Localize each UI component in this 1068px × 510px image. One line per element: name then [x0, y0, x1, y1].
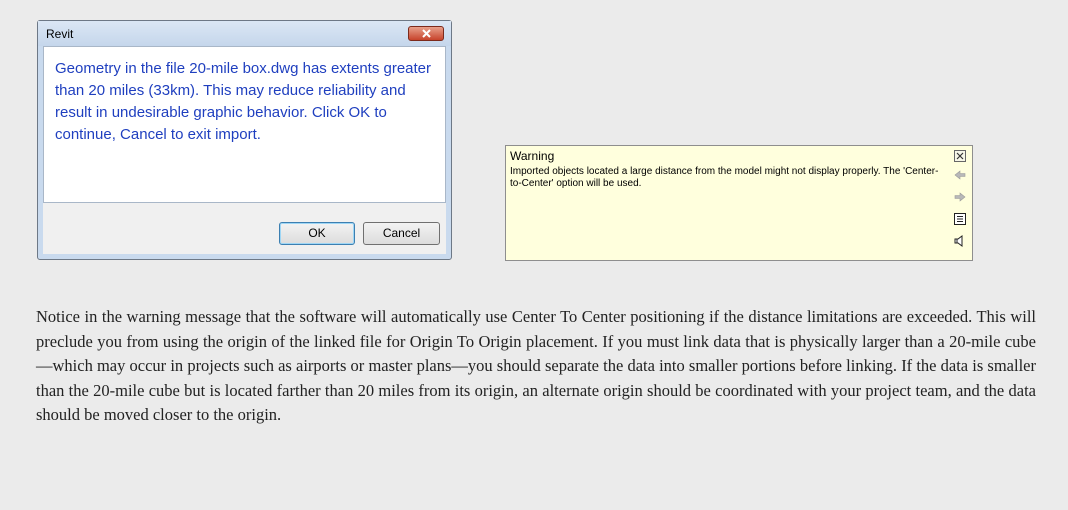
- revit-dialog-title: Revit: [46, 27, 74, 41]
- close-icon: [956, 152, 964, 160]
- next-button[interactable]: [951, 188, 969, 206]
- arrow-right-icon: [954, 192, 966, 202]
- revit-dialog-body: Geometry in the file 20-mile box.dwg has…: [43, 46, 446, 203]
- sound-button[interactable]: [951, 232, 969, 250]
- cancel-button[interactable]: Cancel: [363, 222, 440, 245]
- close-button[interactable]: [408, 26, 444, 41]
- revit-dialog-footer: OK Cancel: [43, 203, 446, 254]
- warning-close-button[interactable]: [954, 150, 966, 162]
- warning-panel: Warning Imported objects located a large…: [505, 145, 973, 261]
- warning-toolbar: [951, 166, 969, 258]
- warning-message: Imported objects located a large distanc…: [510, 166, 939, 189]
- details-button[interactable]: [951, 210, 969, 228]
- revit-dialog-message: Geometry in the file 20-mile box.dwg has…: [55, 60, 432, 143]
- previous-button[interactable]: [951, 166, 969, 184]
- list-icon: [954, 213, 966, 225]
- revit-titlebar[interactable]: Revit: [38, 21, 451, 46]
- speaker-icon: [954, 235, 963, 247]
- body-paragraph: Notice in the warning message that the s…: [36, 307, 1036, 425]
- ok-button[interactable]: OK: [279, 222, 355, 245]
- revit-dialog: Revit Geometry in the file 20-mile box.d…: [37, 20, 452, 260]
- close-icon: [422, 29, 431, 38]
- warning-title: Warning: [510, 149, 555, 163]
- arrow-left-icon: [954, 170, 966, 180]
